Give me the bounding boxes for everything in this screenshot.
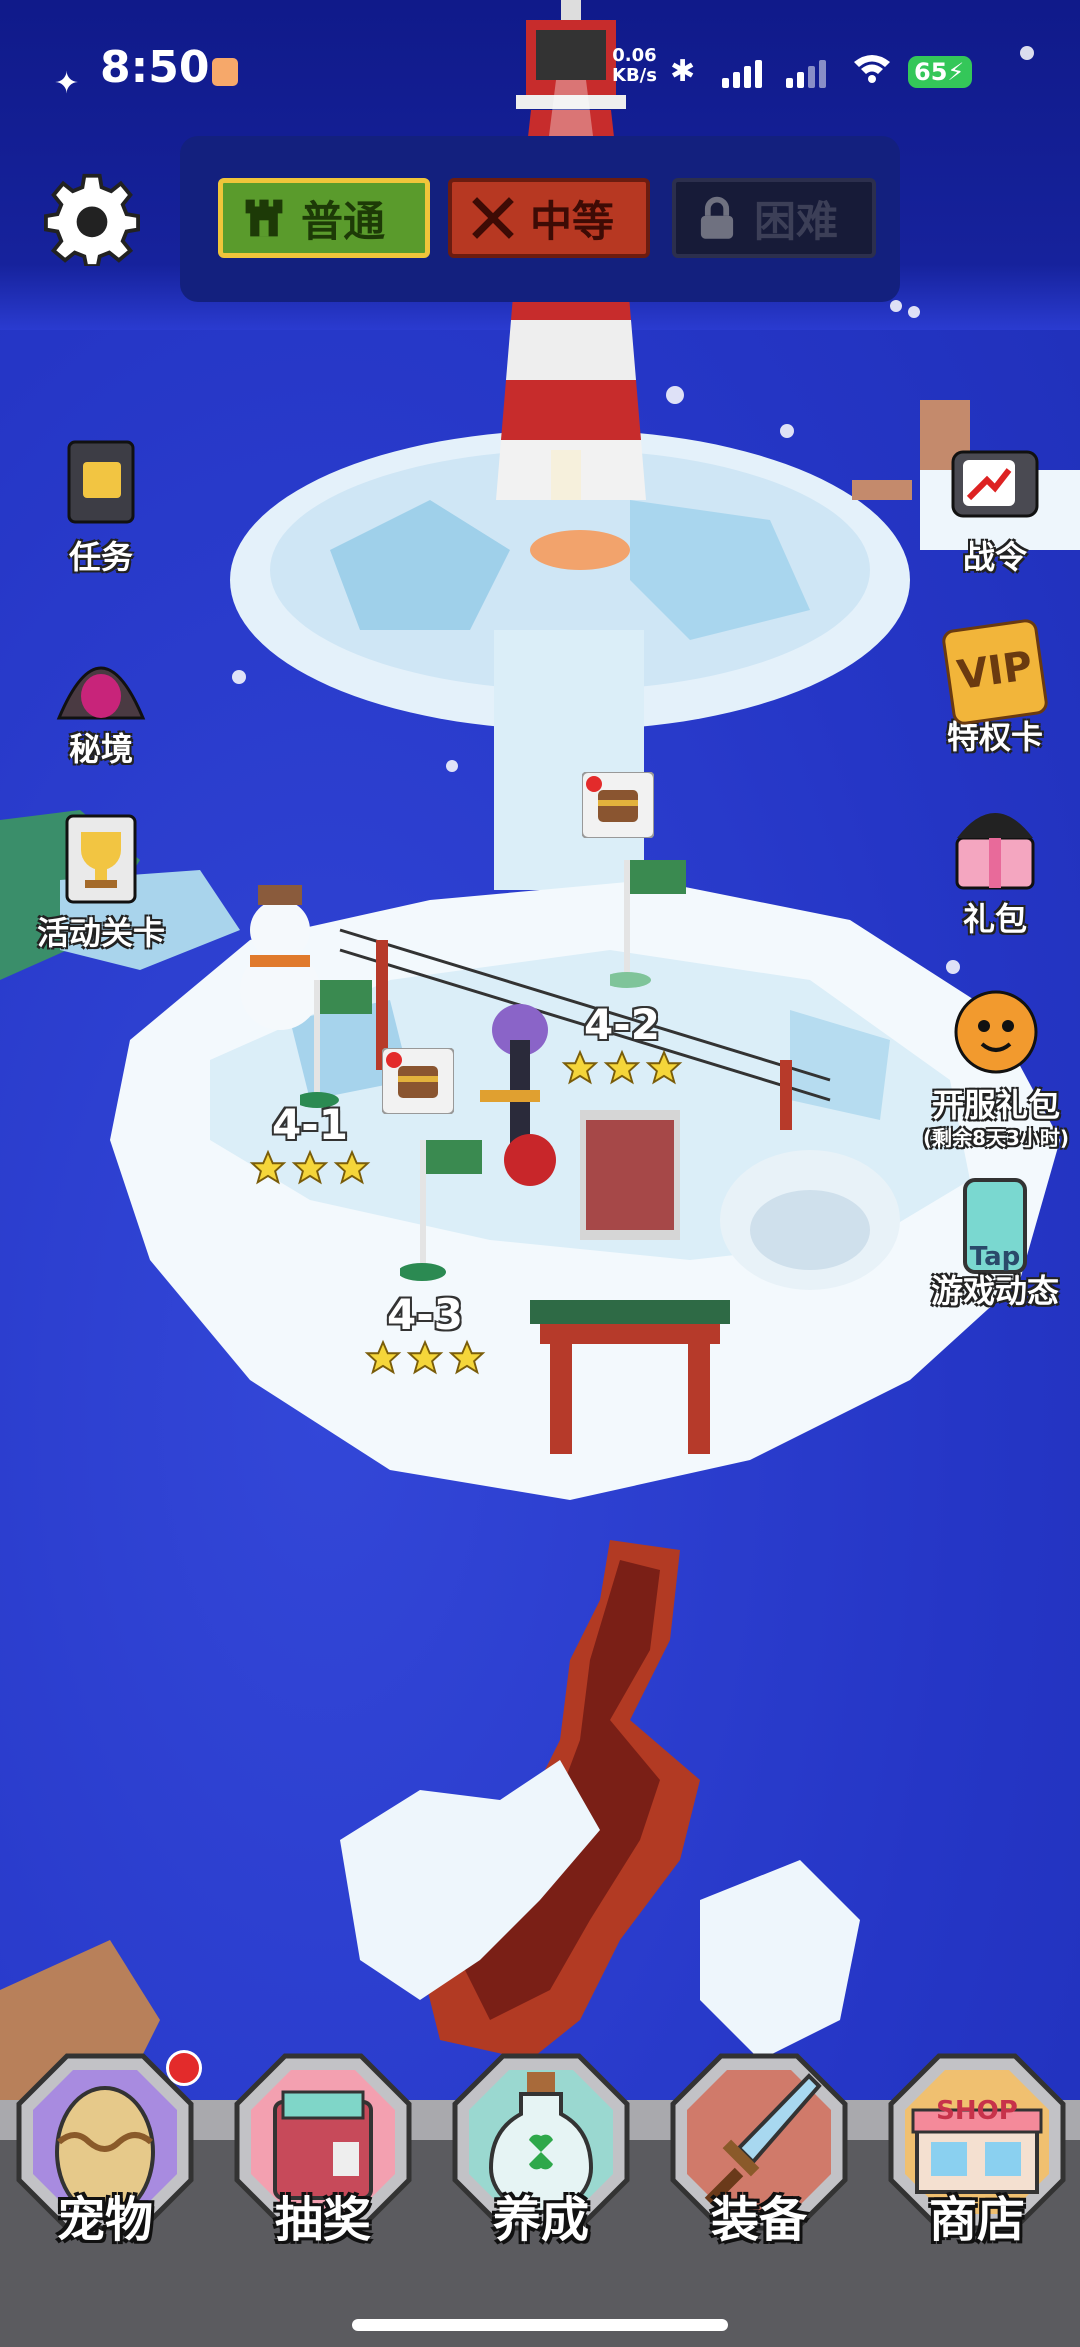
notification-dot [166, 2050, 202, 2086]
gift-icon [955, 813, 1035, 890]
sparkle-icon: ✦ [54, 66, 80, 101]
wifi-icon [854, 55, 890, 83]
server-gift-label: 开服礼包 [931, 1086, 1060, 1124]
battery-level: 65 [914, 58, 948, 86]
nav-lottery[interactable]: 抽奖 [230, 2052, 416, 2252]
vip-card-button[interactable]: VIP 特权卡 [920, 617, 1070, 758]
secret-realm-button[interactable]: 秘境 [26, 628, 176, 770]
status-bar: ✦ 8:50 0.06 KB/s ✱ 65⚡ [0, 0, 1080, 140]
game-news-label: 游戏动态 [930, 1272, 1059, 1310]
home-indicator[interactable] [352, 2319, 728, 2331]
difficulty-hard-label: 困难 [754, 196, 839, 246]
nav-lottery-label: 抽奖 [274, 2192, 371, 2248]
flag-4-2 [610, 860, 686, 988]
flag-4-3 [400, 1140, 482, 1281]
lock-icon [700, 196, 734, 239]
tasks-button[interactable]: 任务 [26, 436, 176, 578]
stage-stars [552, 1049, 692, 1087]
vip-badge-icon: VIP [940, 617, 1050, 727]
event-stage-button[interactable]: 活动关卡 [26, 812, 176, 954]
net-speed-value: 0.06 [612, 45, 657, 66]
nav-cultivate-label: 养成 [492, 2192, 589, 2248]
star-icon [561, 1049, 599, 1085]
nav-cultivate[interactable]: 养成 [448, 2052, 634, 2252]
star-icon [364, 1339, 402, 1375]
battle-pass-button[interactable]: 战令 [920, 436, 1070, 578]
difficulty-medium-label: 中等 [530, 196, 615, 246]
tasks-label: 任务 [68, 538, 133, 576]
star-icon [291, 1149, 329, 1185]
stage-stars [352, 1339, 498, 1377]
flag-4-1 [300, 980, 372, 1108]
treasure-chest-icon[interactable] [582, 772, 654, 838]
star-icon [406, 1339, 444, 1375]
bluetooth-icon: ✱ [670, 54, 696, 89]
book-icon [67, 440, 135, 524]
gear-icon[interactable] [44, 170, 140, 266]
nav-pets[interactable]: 宠物 [12, 2052, 198, 2252]
trophy-icon [65, 814, 137, 904]
tv-icon [951, 450, 1039, 518]
nav-equipment[interactable]: 装备 [666, 2052, 852, 2252]
difficulty-normal-label: 普通 [301, 196, 386, 246]
difficulty-normal-button[interactable]: 普通 [218, 178, 430, 258]
battle-pass-label: 战令 [962, 538, 1027, 576]
stage-label: 4-1 [272, 1100, 348, 1149]
stage-4-2[interactable]: 4-2 [552, 1000, 692, 1087]
nav-shop[interactable]: SHOP 商店 [884, 2052, 1070, 2252]
phone-icon: Tap [963, 1178, 1027, 1274]
vip-badge-text: VIP [954, 643, 1036, 700]
star-icon [333, 1149, 371, 1185]
battery-indicator: 65⚡ [908, 56, 972, 88]
nav-pets-label: 宠物 [56, 2192, 153, 2248]
castle-icon [245, 199, 283, 237]
signal-icon [786, 58, 826, 88]
signal-icon [722, 58, 762, 88]
status-time: 8:50 [100, 42, 210, 93]
stage-label: 4-2 [584, 1000, 660, 1049]
server-gift-timer: (剩余8天3小时) [922, 1126, 1070, 1150]
gift-pack-button[interactable]: 礼包 [920, 798, 1070, 940]
star-icon [645, 1049, 683, 1085]
shop-sign: SHOP [936, 2096, 1018, 2126]
swords-icon [472, 197, 514, 239]
difficulty-medium-button[interactable]: 中等 [448, 178, 650, 258]
event-stage-label: 活动关卡 [36, 914, 165, 952]
star-icon [249, 1149, 287, 1185]
server-gift-icon [954, 990, 1038, 1074]
game-news-button[interactable]: Tap 游戏动态 [920, 1178, 1070, 1312]
app-indicator-icon [212, 58, 238, 86]
difficulty-hard-button[interactable]: 困难 [672, 178, 876, 258]
stage-label: 4-3 [387, 1290, 463, 1339]
snowflake [890, 300, 902, 312]
server-gift-button[interactable]: 开服礼包 (剩余8天3小时) [914, 984, 1078, 1151]
stage-4-1[interactable]: 4-1 [240, 1100, 380, 1187]
stage-stars [240, 1149, 380, 1187]
gift-pack-label: 礼包 [962, 900, 1027, 938]
snow-patch [340, 1760, 860, 2060]
nav-shop-label: 商店 [928, 2192, 1025, 2248]
snowflake [446, 760, 458, 772]
cave-icon [56, 666, 146, 720]
snowflake [666, 386, 684, 404]
treasure-chest-icon[interactable] [382, 1048, 454, 1114]
net-speed-unit: KB/s [612, 65, 657, 86]
star-icon [448, 1339, 486, 1375]
secret-realm-label: 秘境 [68, 730, 133, 768]
stage-4-3[interactable]: 4-3 [352, 1290, 498, 1377]
snowflake [908, 306, 920, 318]
nav-equipment-label: 装备 [710, 2192, 807, 2248]
star-icon [603, 1049, 641, 1085]
network-speed: 0.06 KB/s [612, 46, 657, 86]
